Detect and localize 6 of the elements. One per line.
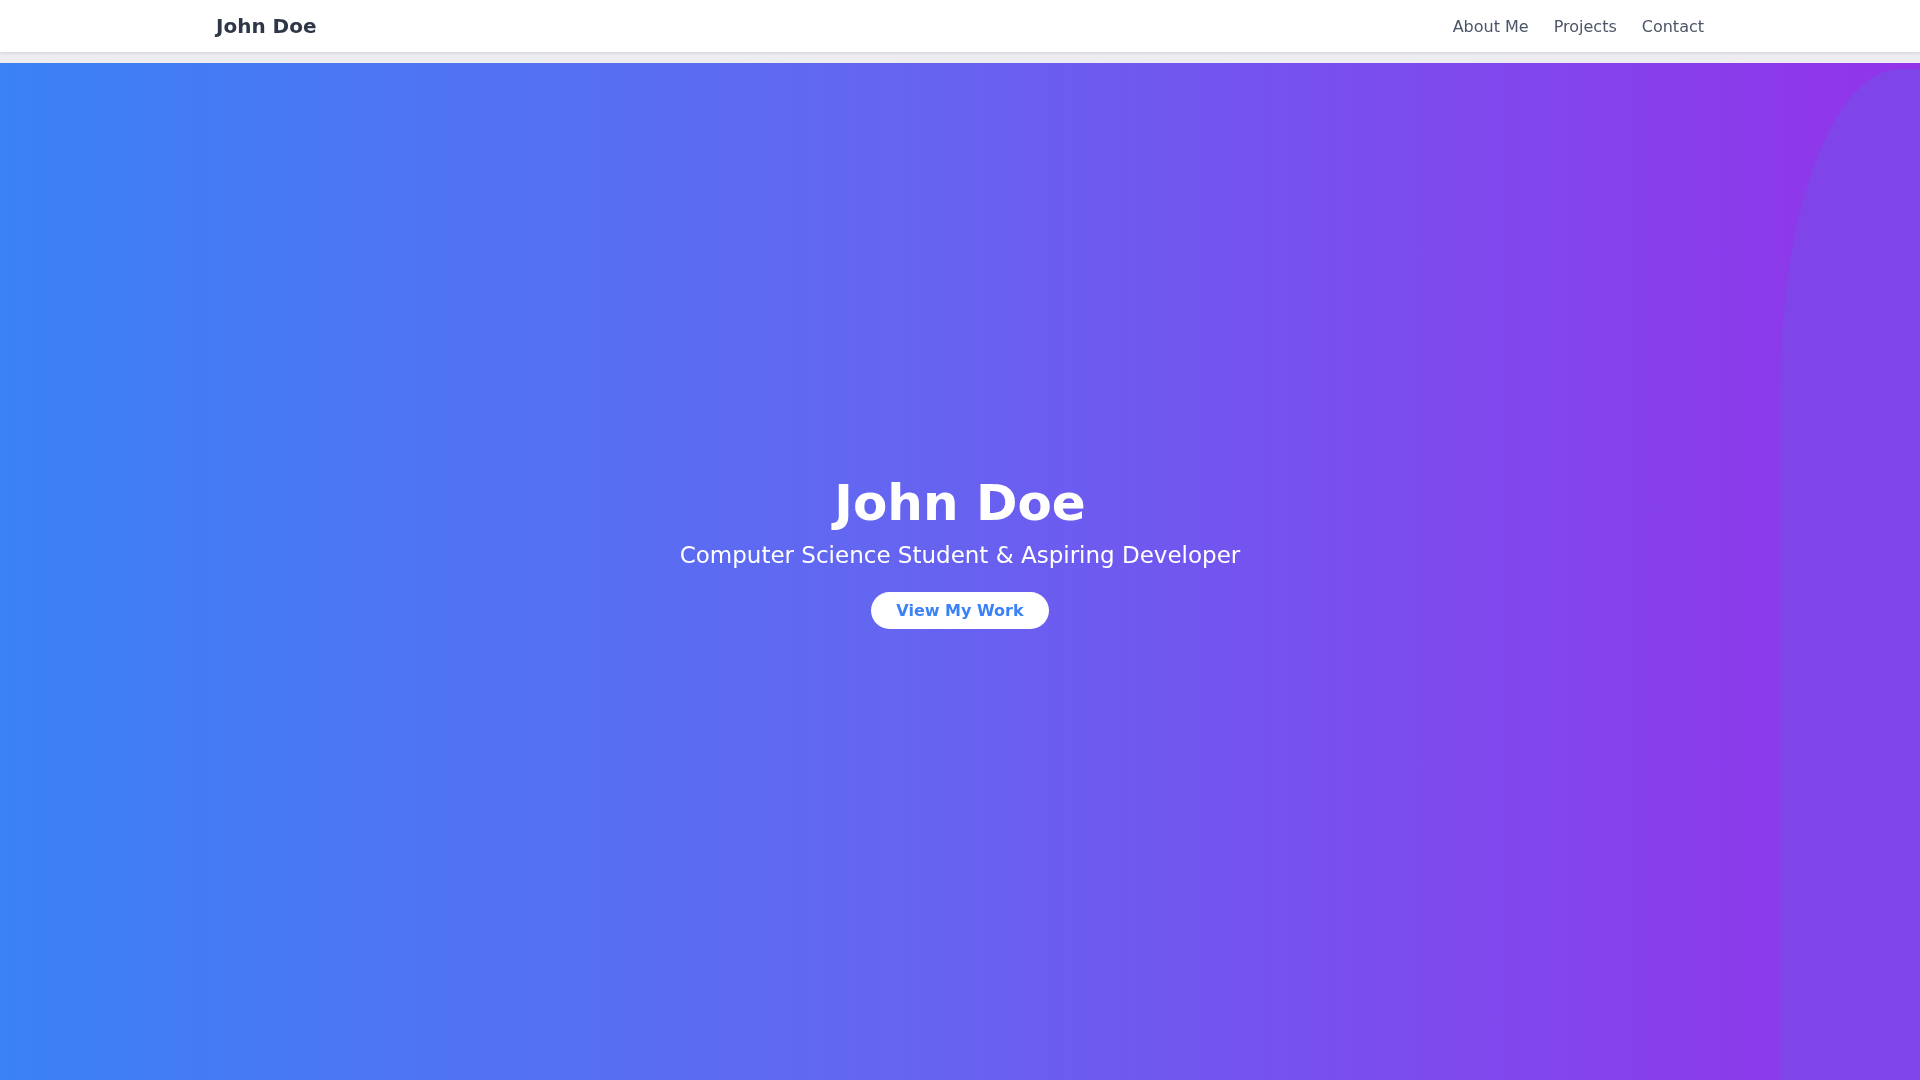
brand-name[interactable]: John Doe bbox=[216, 14, 317, 38]
nav-link[interactable]: Contact bbox=[1641, 16, 1704, 36]
nav-link[interactable]: Projects bbox=[1553, 16, 1617, 36]
hero-subtitle: Computer Science Student & Aspiring Developer bbox=[679, 542, 1241, 568]
view-work-button[interactable]: View My Work bbox=[871, 592, 1049, 629]
nav-link[interactable]: About Me bbox=[1452, 16, 1529, 36]
